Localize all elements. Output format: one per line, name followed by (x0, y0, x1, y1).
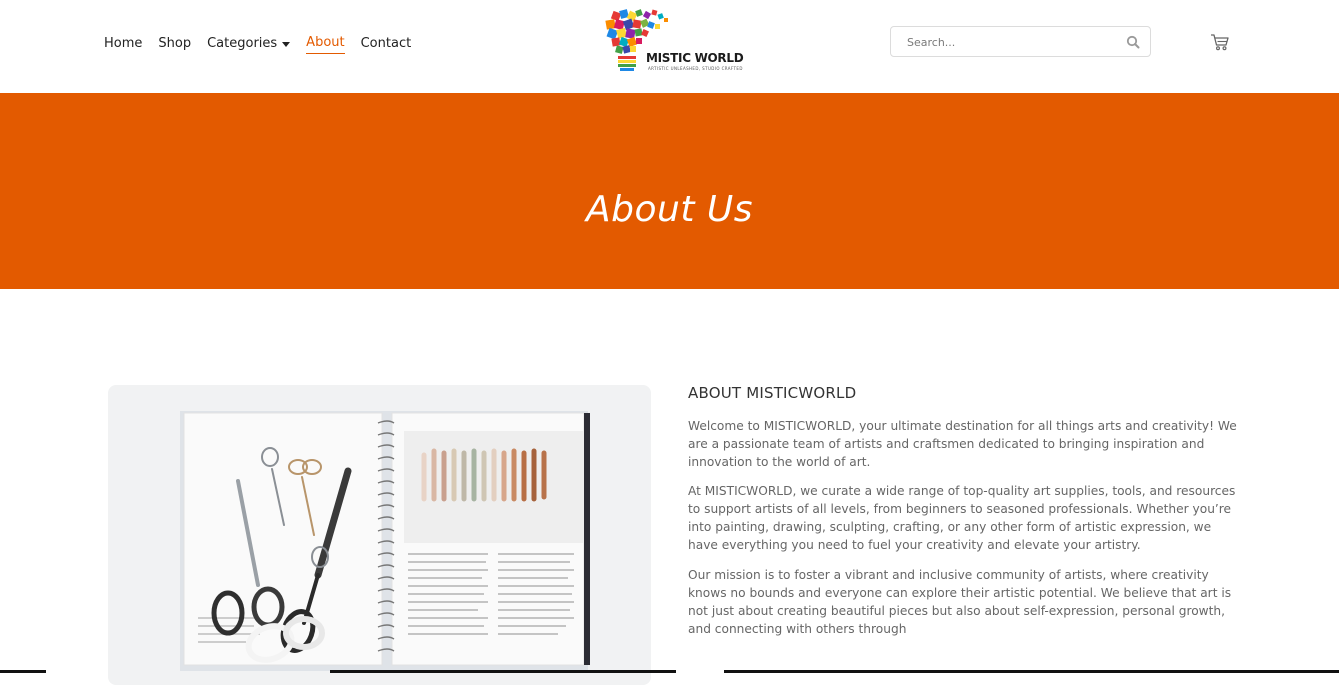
about-heading: ABOUT MISTICWORLD (688, 384, 857, 402)
about-paragraph-1: Welcome to MISTICWORLD, your ultimate de… (688, 419, 1237, 469)
nav-categories-label: Categories (207, 36, 278, 51)
nav-shop[interactable]: Shop (158, 34, 191, 54)
nav-contact-label: Contact (360, 36, 412, 51)
sketchbook-illustration (180, 411, 590, 671)
about-paragraph-3: Our mission is to foster a vibrant and i… (688, 568, 1232, 636)
search-box (890, 26, 1151, 58)
nav-about-label: About (306, 35, 345, 50)
logo-wordmark: MISTIC WORLD (646, 51, 744, 65)
site-header: Home Shop Categories About Contact MISTI… (0, 0, 1339, 93)
nav-home-label: Home (104, 36, 143, 51)
main-nav: Home Shop Categories About Contact (104, 34, 427, 54)
cart-icon[interactable] (1210, 33, 1230, 51)
nav-home[interactable]: Home (104, 34, 142, 54)
search-input[interactable] (891, 27, 1129, 58)
logo-tagline: ARTISTIC UNLEASHED, STUDIO CRAFTED (648, 66, 743, 71)
nav-about[interactable]: About (306, 34, 345, 54)
nav-categories[interactable]: Categories (207, 34, 291, 54)
page-title: About Us (586, 189, 753, 231)
about-paragraph-2: At MISTICWORLD, we curate a wide range o… (688, 484, 1236, 552)
nav-shop-label: Shop (158, 36, 192, 51)
about-image (108, 385, 651, 685)
site-logo[interactable]: MISTIC WORLD ARTISTIC UNLEASHED, STUDIO … (600, 6, 744, 74)
bottom-divider (0, 670, 1339, 673)
nav-contact[interactable]: Contact (361, 34, 412, 54)
search-icon[interactable] (1126, 35, 1140, 49)
caret-down-icon (282, 41, 291, 47)
page-banner: About Us (0, 93, 1339, 289)
